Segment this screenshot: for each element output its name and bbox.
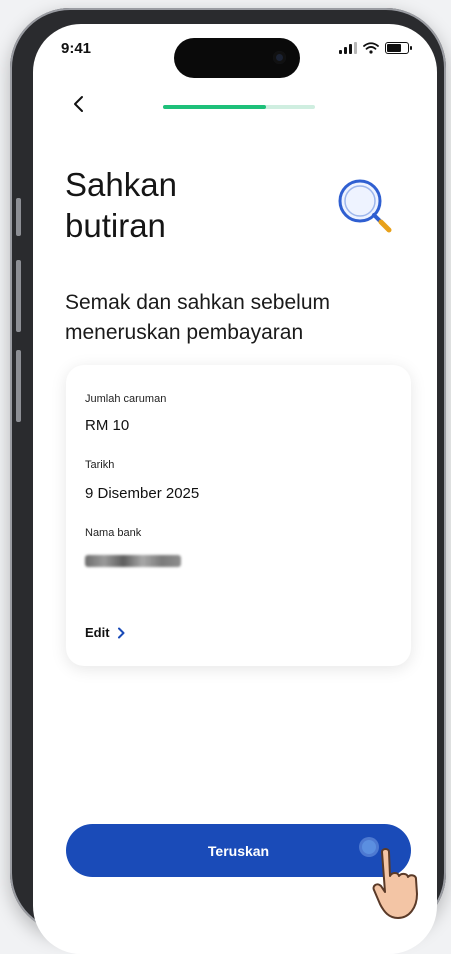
wifi-icon <box>363 42 379 54</box>
contribution-label: Jumlah caruman <box>85 393 167 405</box>
magnifying-glass-icon <box>338 179 392 233</box>
date-label: Tarikh <box>85 459 115 471</box>
page-title: Sahkan butiran <box>65 164 305 246</box>
volume-down-button <box>16 350 21 422</box>
chevron-right-icon <box>117 627 125 638</box>
edit-link[interactable]: Edit <box>85 625 126 640</box>
progress-fill <box>163 105 267 109</box>
volume-up-button <box>16 260 21 332</box>
hand-pointer-icon <box>372 848 418 919</box>
phone-screen: 9:41 Sahkan butiran Semak dan sahkan seb… <box>33 24 437 954</box>
date-value: 9 Disember 2025 <box>85 485 200 502</box>
status-time: 9:41 <box>61 40 92 57</box>
bank-name-redacted <box>85 555 181 567</box>
page-title-line-2: butiran <box>65 207 166 244</box>
camera-icon <box>273 51 286 64</box>
page-title-line-1: Sahkan <box>65 166 177 203</box>
details-card: Jumlah caruman RM 10 Tarikh 9 Disember 2… <box>66 365 411 666</box>
subtitle: Semak dan sahkan sebelum meneruskan pemb… <box>65 291 330 344</box>
mute-switch <box>16 198 21 236</box>
battery-icon <box>385 42 412 54</box>
dynamic-island <box>174 38 300 78</box>
status-icons <box>339 42 412 54</box>
bank-label: Nama bank <box>85 527 142 539</box>
progress-bar <box>163 105 315 109</box>
signal-icon <box>339 42 357 54</box>
contribution-value: RM 10 <box>85 417 130 434</box>
continue-button[interactable]: Teruskan <box>66 824 411 877</box>
back-button[interactable] <box>67 92 91 116</box>
edit-label: Edit <box>85 625 110 640</box>
